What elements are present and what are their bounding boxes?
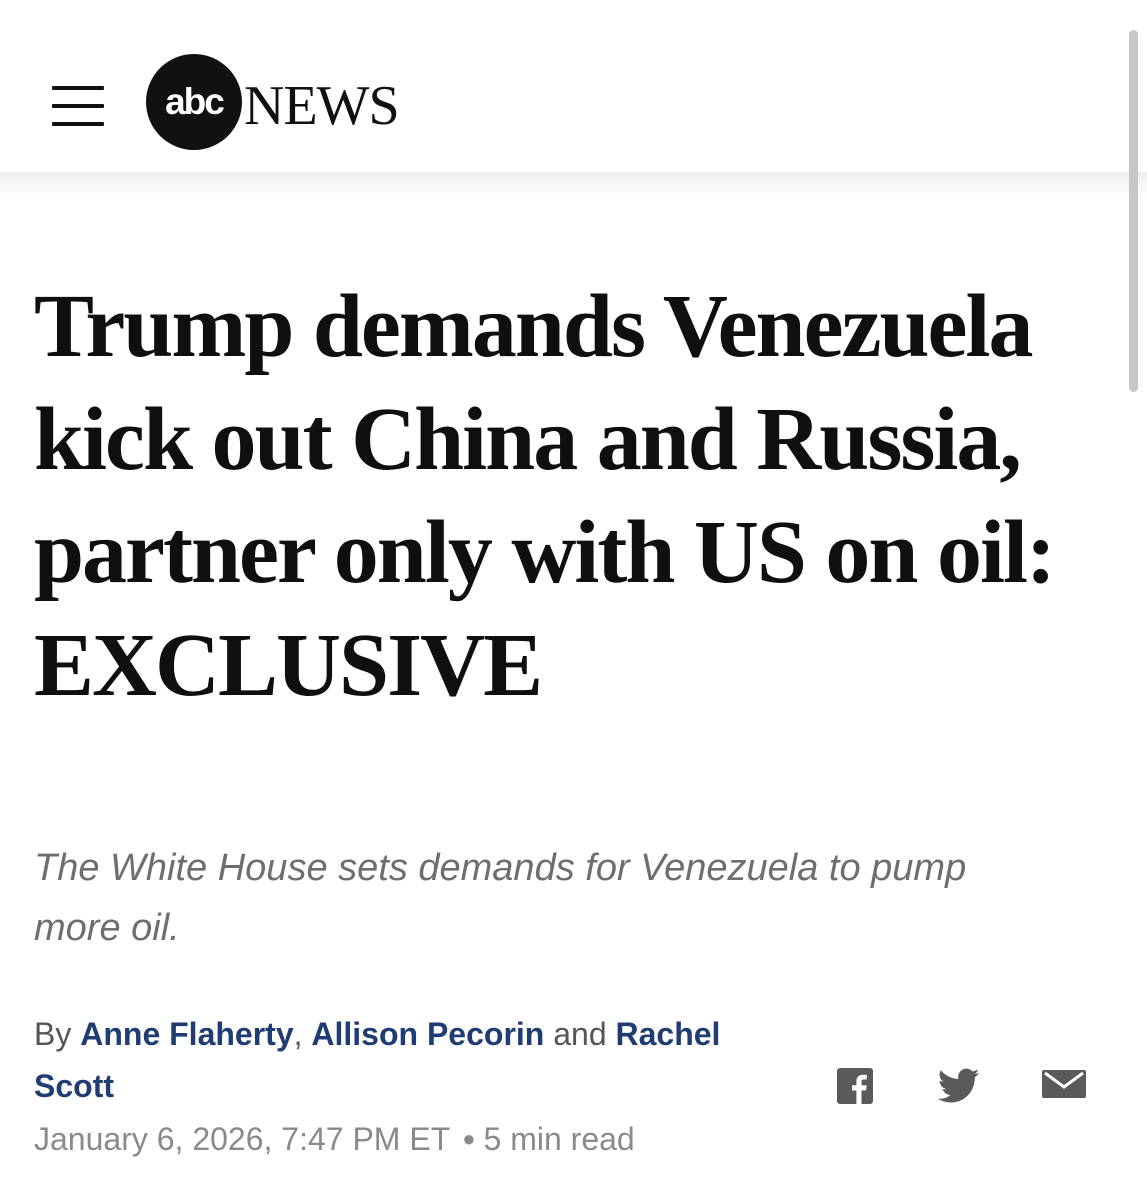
menu-bar bbox=[52, 122, 104, 126]
news-wordmark: NEWS bbox=[244, 75, 400, 137]
publish-date: January 6, 2026, 7:47 PM ET bbox=[34, 1121, 451, 1157]
site-header: abc NEWS bbox=[0, 0, 1147, 172]
header-shadow bbox=[0, 172, 1147, 200]
byline: By Anne Flaherty, Allison Pecorin and Ra… bbox=[34, 1008, 794, 1112]
byline-conjunction: and bbox=[553, 1016, 607, 1052]
twitter-icon[interactable] bbox=[938, 1068, 980, 1108]
abc-logo-circle: abc bbox=[146, 54, 242, 150]
read-time: 5 min read bbox=[483, 1121, 635, 1157]
author-link-allison-pecorin[interactable]: Allison Pecorin bbox=[311, 1016, 544, 1052]
menu-bar bbox=[52, 86, 104, 90]
email-icon[interactable] bbox=[1042, 1068, 1086, 1108]
facebook-icon[interactable] bbox=[837, 1068, 873, 1108]
byline-separator: , bbox=[293, 1016, 303, 1052]
abc-news-logo[interactable]: abc NEWS bbox=[146, 54, 436, 150]
article-headline: Trump demands Venezuela kick out China a… bbox=[34, 277, 1056, 715]
author-link-anne-flaherty[interactable]: Anne Flaherty bbox=[80, 1016, 293, 1052]
byline-prefix: By bbox=[34, 1016, 72, 1052]
scrollbar[interactable] bbox=[1129, 30, 1138, 392]
hamburger-menu-icon[interactable] bbox=[52, 86, 104, 126]
article-subheadline: The White House sets demands for Venezue… bbox=[34, 847, 967, 949]
meta-separator-dot: ● bbox=[462, 1125, 476, 1151]
menu-bar bbox=[52, 104, 104, 108]
article-meta: January 6, 2026, 7:47 PM ET ● 5 min read bbox=[34, 1113, 635, 1168]
